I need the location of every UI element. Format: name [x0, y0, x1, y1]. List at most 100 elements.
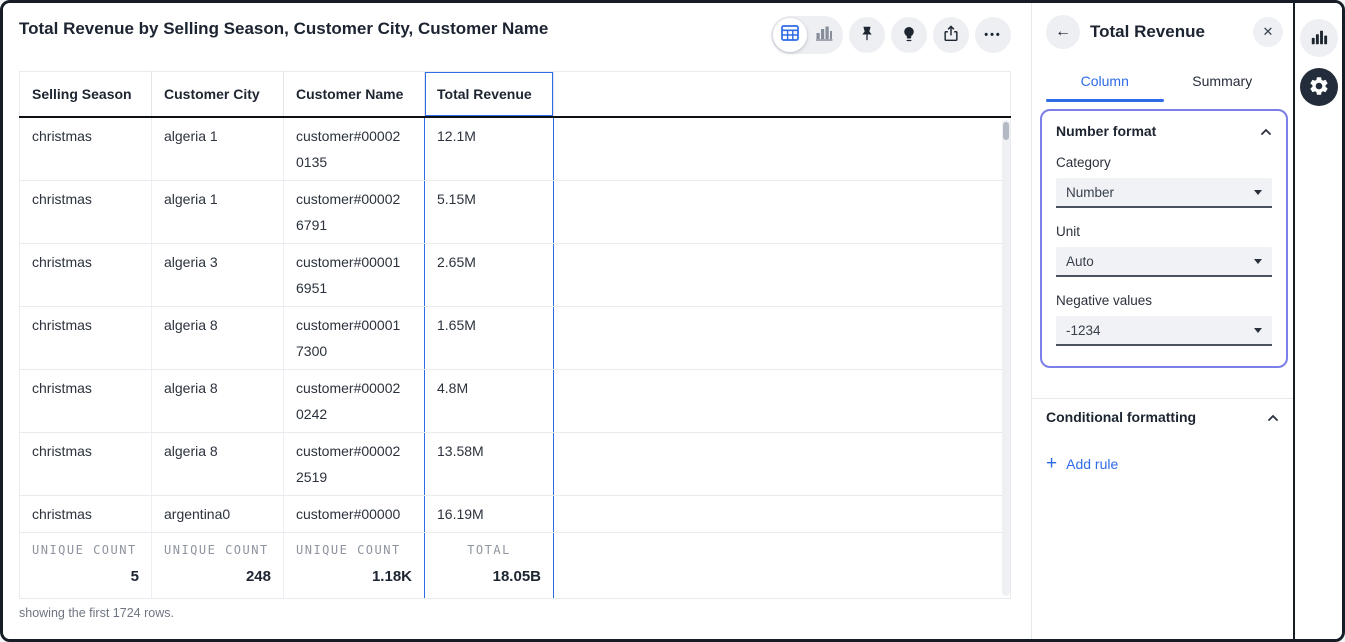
category-value: Number [1066, 185, 1114, 200]
summary-cell-total-revenue[interactable]: TOTAL18.05B [425, 532, 554, 598]
cell-customer-name[interactable]: customer#000022519 [284, 432, 425, 495]
cell-customer-name[interactable]: customer#000020135 [284, 117, 425, 181]
spacer-cell [554, 180, 1011, 243]
spacer-cell [554, 243, 1011, 306]
summary-cell-customer-name[interactable]: UNIQUE COUNT 1.18K [284, 532, 425, 598]
summary-cell-selling-season[interactable]: UNIQUE COUNT5 [20, 532, 152, 598]
summary-agg-label: UNIQUE COUNT [296, 543, 412, 558]
close-button[interactable]: ✕ [1253, 17, 1283, 47]
summary-agg-label: TOTAL [437, 543, 541, 558]
toolbar: ••• [771, 16, 1011, 54]
summary-cell-customer-city[interactable]: UNIQUE COUNT248 [152, 532, 284, 598]
cell-selling-season[interactable]: christmas [20, 369, 152, 432]
spacer-cell [554, 532, 1011, 598]
column-header-selling-season[interactable]: Selling Season [20, 72, 152, 117]
chart-view-button[interactable] [807, 18, 841, 52]
cell-selling-season[interactable]: christmas [20, 432, 152, 495]
spacer-cell [554, 432, 1011, 495]
scrollbar-thumb[interactable] [1003, 122, 1009, 140]
panel-tabs: Column Summary [1046, 65, 1281, 102]
cell-customer-city[interactable]: algeria 1 [152, 180, 284, 243]
bar-chart-icon [815, 25, 833, 46]
cell-customer-city[interactable]: algeria 8 [152, 369, 284, 432]
share-button[interactable] [933, 17, 969, 53]
table-head: Selling SeasonCustomer CityCustomer Name… [20, 72, 1011, 117]
unit-label: Unit [1056, 224, 1272, 239]
table-row: christmasalgeria 8customer#0000202424.8M [20, 369, 1011, 432]
bar-chart-icon [1310, 28, 1328, 49]
column-header-customer-name[interactable]: Customer Name [284, 72, 425, 117]
cell-total-revenue[interactable]: 12.1M [425, 117, 554, 181]
summary-row: UNIQUE COUNT5UNIQUE COUNT248UNIQUE COUNT… [20, 532, 1011, 598]
cell-total-revenue[interactable]: 16.19M [425, 495, 554, 532]
conditional-formatting-header[interactable]: Conditional formatting [1046, 409, 1279, 425]
right-rail [1295, 3, 1342, 639]
cell-customer-name[interactable]: customer#000017300 [284, 306, 425, 369]
table-row: christmasalgeria 8customer#00002251913.5… [20, 432, 1011, 495]
cell-total-revenue[interactable]: 5.15M [425, 180, 554, 243]
settings-button[interactable] [1300, 68, 1338, 106]
cell-selling-season[interactable]: christmas [20, 180, 152, 243]
panel-title: Total Revenue [1090, 22, 1205, 42]
lightbulb-icon [900, 25, 918, 46]
table-view-button[interactable] [773, 18, 807, 52]
unit-value: Auto [1066, 254, 1094, 269]
app-window: Total Revenue by Selling Season, Custome… [0, 0, 1345, 642]
more-button[interactable]: ••• [975, 17, 1011, 53]
cell-customer-name[interactable]: customer#00000 [284, 495, 425, 532]
table-body: christmasalgeria 1customer#00002013512.1… [20, 117, 1011, 599]
close-icon: ✕ [1263, 24, 1274, 40]
cell-selling-season[interactable]: christmas [20, 306, 152, 369]
add-rule-label: Add rule [1066, 456, 1118, 472]
summary-agg-value: 1.18K [296, 568, 412, 586]
category-select[interactable]: Number [1056, 178, 1272, 208]
column-header-customer-city[interactable]: Customer City [152, 72, 284, 117]
summary-agg-value: 5 [32, 568, 139, 586]
tab-summary[interactable]: Summary [1164, 65, 1282, 102]
table-row: christmasargentina0customer#0000016.19M [20, 495, 1011, 532]
spacer-header [554, 72, 1011, 117]
column-header-total-revenue[interactable]: Total Revenue [425, 72, 554, 117]
spacer-cell [554, 495, 1011, 532]
summary-agg-label: UNIQUE COUNT [164, 543, 271, 558]
table-scrollbar[interactable] [1002, 120, 1010, 596]
tab-column[interactable]: Column [1046, 65, 1164, 102]
cell-selling-season[interactable]: christmas [20, 117, 152, 181]
cell-customer-city[interactable]: algeria 1 [152, 117, 284, 181]
cell-customer-city[interactable]: algeria 8 [152, 432, 284, 495]
chevron-up-icon[interactable] [1260, 123, 1272, 139]
back-button[interactable]: ← [1046, 15, 1080, 49]
cell-customer-city[interactable]: argentina0 [152, 495, 284, 532]
spacer-cell [554, 306, 1011, 369]
share-icon [942, 25, 960, 46]
number-format-title: Number format [1056, 123, 1156, 139]
cell-total-revenue[interactable]: 1.65M [425, 306, 554, 369]
view-toggle[interactable] [771, 16, 843, 54]
number-format-header[interactable]: Number format [1056, 123, 1272, 139]
cell-total-revenue[interactable]: 2.65M [425, 243, 554, 306]
cell-customer-city[interactable]: algeria 8 [152, 306, 284, 369]
header-row: Selling SeasonCustomer CityCustomer Name… [20, 72, 1011, 117]
cell-customer-name[interactable]: customer#000026791 [284, 180, 425, 243]
cell-customer-city[interactable]: algeria 3 [152, 243, 284, 306]
visualization-button[interactable] [1300, 19, 1338, 57]
cell-customer-name[interactable]: customer#000016951 [284, 243, 425, 306]
data-table: Selling SeasonCustomer CityCustomer Name… [19, 71, 1011, 599]
negative-values-select[interactable]: -1234 [1056, 316, 1272, 346]
cell-total-revenue[interactable]: 4.8M [425, 369, 554, 432]
table-row: christmasalgeria 8customer#0000173001.65… [20, 306, 1011, 369]
add-rule-button[interactable]: + Add rule [1046, 455, 1118, 473]
cell-selling-season[interactable]: christmas [20, 243, 152, 306]
ellipsis-icon: ••• [984, 29, 1002, 41]
table-row: christmasalgeria 1customer#0000267915.15… [20, 180, 1011, 243]
pin-button[interactable] [849, 17, 885, 53]
page-title: Total Revenue by Selling Season, Custome… [19, 19, 548, 39]
lightbulb-button[interactable] [891, 17, 927, 53]
number-format-card: Number format Category Number Unit Auto … [1040, 109, 1288, 368]
cell-total-revenue[interactable]: 13.58M [425, 432, 554, 495]
caret-down-icon [1254, 190, 1262, 195]
cell-selling-season[interactable]: christmas [20, 495, 152, 532]
unit-select[interactable]: Auto [1056, 247, 1272, 277]
cell-customer-name[interactable]: customer#000020242 [284, 369, 425, 432]
chevron-up-icon[interactable] [1267, 409, 1279, 425]
